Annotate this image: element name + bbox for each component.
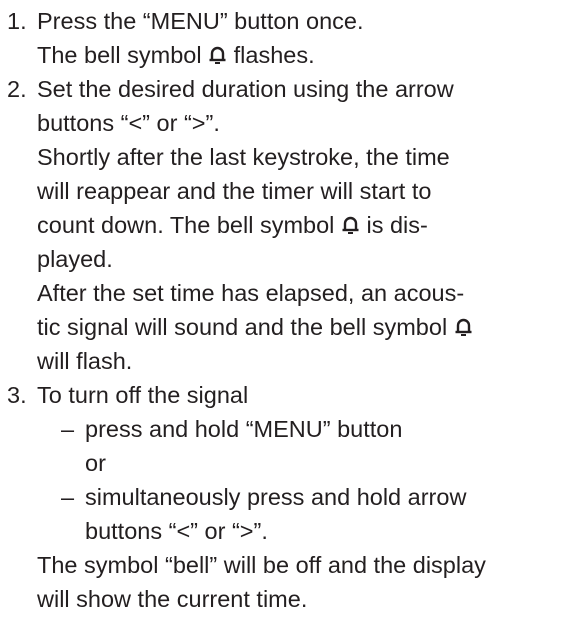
step-2-para-2-text-1: After the set time has elapsed, an acous… [37, 280, 465, 306]
step-2-para-1-text-4: played. [37, 246, 113, 272]
step-2-para-1-text-1: Shortly after the last keystroke, the ti… [37, 144, 450, 170]
step-2-para-1-line-1: Shortly after the last keystroke, the ti… [0, 140, 582, 174]
step-2-para-1-text-3-before: count down. The bell symbol [37, 212, 335, 238]
option-1-dash: – [61, 416, 75, 442]
bell-icon [455, 317, 472, 337]
option-2-text-2: buttons “<” or “>”. [85, 518, 268, 544]
step-2-line-1: 2. Set the desired duration using the ar… [0, 72, 582, 106]
step-2-para-1-line-3: count down. The bell symbol is dis- [0, 208, 582, 242]
instruction-list: 1. Press the “MENU” button once. The bel… [0, 4, 582, 616]
step-2-para-1-line-2: will reappear and the timer will start t… [0, 174, 582, 208]
step-1-line: 1. Press the “MENU” button once. [0, 4, 582, 38]
step-2-para-2-line-3: will flash. [0, 344, 582, 378]
step-3-option-2-line-2: buttons “<” or “>”. [0, 514, 582, 548]
step-3-line: 3. To turn off the signal [0, 378, 582, 412]
step-3-result-line-1: The symbol “bell” will be off and the di… [0, 548, 582, 582]
step-2-para-1-text-2: will reappear and the timer will start t… [37, 178, 432, 204]
step-1-result-before: The bell symbol [37, 42, 202, 68]
step-2-para-2-text-3: will flash. [37, 348, 133, 374]
step-2-text-line-1: Set the desired duration using the arrow [37, 76, 454, 102]
option-1-text: press and hold “MENU” button [85, 416, 403, 442]
step-3-or: or [0, 446, 582, 480]
step-1-number: 1. [7, 8, 27, 34]
step-2-text-line-2: buttons “<” or “>”. [37, 110, 220, 136]
step-2-number: 2. [7, 76, 27, 102]
option-or-text: or [85, 450, 106, 476]
step-3-option-1: – press and hold “MENU” button [0, 412, 582, 446]
step-2-para-2-text-2: tic signal will sound and the bell symbo… [37, 314, 448, 340]
step-3-result-line-2: will show the current time. [0, 582, 582, 616]
step-1-result-after: flashes. [233, 42, 315, 68]
step-2-para-2-line-1: After the set time has elapsed, an acous… [0, 276, 582, 310]
step-3-result-text-1: The symbol “bell” will be off and the di… [37, 552, 486, 578]
option-2-dash: – [61, 484, 75, 510]
option-2-text-1: simultaneously press and hold arrow [85, 484, 467, 510]
step-3-number: 3. [7, 382, 27, 408]
bell-icon [342, 215, 359, 235]
step-2-para-1-line-4: played. [0, 242, 582, 276]
step-1-text: Press the “MENU” button once. [37, 8, 364, 34]
step-3-option-2-line-1: – simultaneously press and hold arrow [0, 480, 582, 514]
step-2-line-2: buttons “<” or “>”. [0, 106, 582, 140]
bell-icon [209, 45, 226, 65]
step-2-para-1-text-3-after: is dis- [366, 212, 428, 238]
step-2-para-2-line-2: tic signal will sound and the bell symbo… [0, 310, 582, 344]
step-3-text: To turn off the signal [37, 382, 249, 408]
step-3-result-text-2: will show the current time. [37, 586, 308, 612]
step-1-result: The bell symbol flashes. [0, 38, 582, 72]
